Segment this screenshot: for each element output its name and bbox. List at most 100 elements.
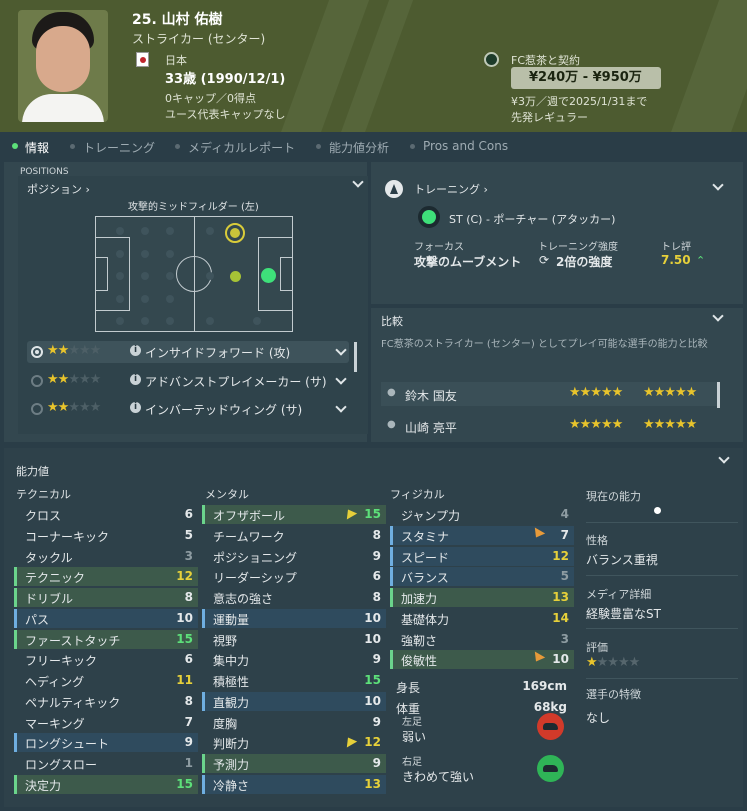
role-label: インバーテッドウィング (サ): [145, 403, 303, 417]
attribute-row[interactable]: ヘディング 11: [14, 671, 198, 690]
training-role: ST (C) - ポーチャー (アタッカー): [449, 213, 616, 226]
comparison-row[interactable]: ● 鈴木 国友 ★★★★★ ★★★★★: [381, 382, 719, 406]
rating-stars: ★★★★★: [586, 655, 640, 670]
attribute-row[interactable]: スタミナ 7: [390, 525, 574, 545]
tab-pros-cons[interactable]: Pros and Cons: [410, 139, 508, 153]
chevron-down-icon[interactable]: [335, 344, 347, 356]
attribute-value: 15: [364, 673, 381, 687]
role-row[interactable]: ★★★★★ i インサイドフォワード (攻): [27, 341, 349, 363]
info-icon[interactable]: i: [130, 402, 141, 413]
comparison-desc: FC惹茶のストライカー (センター) としてプレイ可能な選手の能力と比較: [381, 339, 708, 350]
attribute-row[interactable]: 決定力 15: [14, 774, 198, 794]
refresh-icon: ⟳: [539, 253, 550, 267]
attribute-row[interactable]: ロングスロー 1: [14, 754, 198, 773]
rating-label: トレ評: [661, 242, 691, 253]
attribute-row[interactable]: ペナルティキック 8: [14, 692, 198, 711]
potential-stars: ★★★★★: [643, 417, 697, 432]
traits-value: なし: [586, 711, 611, 725]
attribute-name: チームワーク: [213, 529, 285, 544]
attribute-row[interactable]: コーナーキック 5: [14, 526, 198, 545]
comparison-scrollbar[interactable]: [717, 382, 720, 408]
role-radio[interactable]: [31, 375, 43, 387]
attribute-row[interactable]: 判断力 12: [202, 733, 386, 752]
attribute-row[interactable]: ジャンプ力 4: [390, 505, 574, 524]
attribute-value: 12: [176, 569, 193, 584]
attribute-value: 9: [184, 735, 193, 750]
role-row[interactable]: ★★★★★ i アドバンストプレイメーカー (サ): [27, 370, 349, 392]
position-marker-st[interactable]: [261, 268, 276, 283]
attribute-row[interactable]: パス 10: [14, 608, 198, 628]
pitch-diagram: [95, 216, 293, 332]
role-radio[interactable]: [31, 346, 43, 358]
tab-medical[interactable]: メディカルレポート: [175, 139, 295, 156]
attribute-row[interactable]: 直観力 10: [202, 691, 386, 711]
divider: [586, 628, 738, 629]
attribute-value: 6: [184, 652, 193, 667]
attribute-name: 基礎体力: [401, 612, 450, 627]
attribute-value: 15: [364, 507, 381, 521]
attribute-name: ジャンプ力: [401, 509, 461, 523]
attribute-value: 10: [176, 610, 193, 625]
role-row[interactable]: ★★★★★ i インバーテッドウィング (サ): [27, 398, 349, 420]
attribute-row[interactable]: 視野 10: [202, 630, 386, 649]
attribute-name: クロス: [25, 509, 62, 523]
attribute-row[interactable]: スピード 12: [390, 546, 574, 566]
position-marker-aml[interactable]: [225, 223, 245, 243]
info-icon[interactable]: i: [130, 374, 141, 385]
role-radio[interactable]: [31, 403, 43, 415]
attribute-row[interactable]: チームワーク 8: [202, 526, 386, 545]
attribute-row[interactable]: ロングシュート 9: [14, 733, 198, 753]
contract-club[interactable]: FC惹茶と契約: [511, 52, 580, 68]
attribute-row[interactable]: 運動量 10: [202, 608, 386, 628]
club-crest-icon: [484, 52, 499, 67]
positions-title[interactable]: ポジション ›: [27, 181, 90, 197]
attribute-row[interactable]: 意志の強さ 8: [202, 588, 386, 607]
attribute-value: 4: [560, 507, 569, 521]
attribute-row[interactable]: テクニック 12: [14, 567, 198, 587]
rating-label: 評価: [586, 641, 608, 654]
physical-title: フィジカル: [390, 488, 445, 501]
attribute-name: テクニック: [25, 571, 86, 586]
technical-title: テクニカル: [16, 488, 71, 501]
attribute-row[interactable]: 予測力 9: [202, 754, 386, 773]
attribute-row[interactable]: 度胸 9: [202, 713, 386, 732]
attribute-row[interactable]: ファーストタッチ 15: [14, 629, 198, 649]
chevron-right-icon: ›: [483, 183, 488, 196]
attribute-value: 13: [552, 590, 569, 604]
tab-attribute-analysis[interactable]: 能力値分析: [316, 139, 389, 156]
training-rating: 7.50: [661, 253, 691, 267]
attribute-name: ロングシュート: [25, 737, 110, 752]
chevron-down-icon[interactable]: [335, 373, 347, 385]
attribute-row[interactable]: 集中力 9: [202, 650, 386, 669]
attribute-row[interactable]: タックル 3: [14, 547, 198, 566]
info-icon[interactable]: i: [130, 345, 141, 356]
chevron-down-icon[interactable]: [335, 401, 347, 413]
attribute-row[interactable]: フリーキック 6: [14, 650, 198, 669]
attribute-row[interactable]: マーキング 7: [14, 713, 198, 732]
roles-scrollbar[interactable]: [354, 342, 357, 372]
attribute-row[interactable]: 俊敏性 10: [390, 650, 574, 670]
attribute-row[interactable]: バランス 5: [390, 567, 574, 587]
tab-info[interactable]: 情報: [11, 139, 49, 156]
attribute-row[interactable]: オフザボール 15: [202, 505, 386, 524]
attribute-row[interactable]: 加速力 13: [390, 588, 574, 607]
wage-info: ¥3万／週で2025/1/31まで: [511, 95, 648, 108]
attribute-value: 10: [552, 652, 569, 667]
training-title-text: トレーニング: [414, 183, 480, 196]
position-marker-amc[interactable]: [230, 271, 241, 282]
attribute-row[interactable]: 積極性 15: [202, 671, 386, 690]
attribute-row[interactable]: ポジショニング 9: [202, 547, 386, 566]
attribute-row[interactable]: 基礎体力 14: [390, 609, 574, 628]
player-header: 25. 山村 佑樹 ストライカー (センター) 日本 33歳 (1990/12/…: [0, 0, 747, 132]
attribute-row[interactable]: 強靭さ 3: [390, 630, 574, 649]
right-foot-label: 右足: [402, 757, 422, 768]
comparison-row[interactable]: ● 山崎 亮平 ★★★★★ ★★★★★: [381, 414, 719, 438]
tab-training[interactable]: トレーニング: [70, 139, 155, 156]
attribute-name: タックル: [25, 550, 73, 565]
attribute-row[interactable]: ドリブル 8: [14, 588, 198, 607]
attribute-row[interactable]: リーダーシップ 6: [202, 567, 386, 586]
attribute-row[interactable]: 冷静さ 13: [202, 774, 386, 794]
attribute-row[interactable]: クロス 6: [14, 505, 198, 524]
intensity-label: トレーニング強度: [538, 242, 618, 253]
training-title[interactable]: トレーニング ›: [414, 181, 488, 197]
